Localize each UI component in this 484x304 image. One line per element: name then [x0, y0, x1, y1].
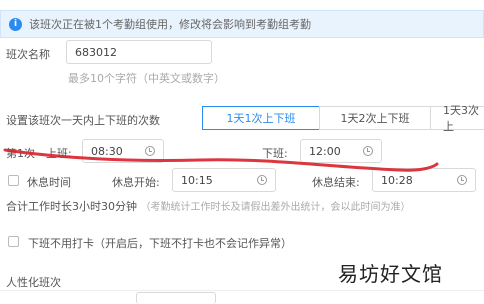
rest-time-checkbox[interactable] [8, 175, 19, 186]
clock-out-label: 下班: [262, 147, 288, 160]
watermark-text: 易坊好文馆 [338, 262, 443, 286]
clock-in-time-input[interactable]: 08:30 [82, 139, 164, 163]
notice-banner: i 该班次正在被1个考勤组使用，修改将会影响到考勤组考勤 [0, 10, 484, 38]
rest-end-time-input[interactable]: 10:28 [372, 168, 476, 192]
rest-start-label: 休息开始: [112, 176, 160, 189]
clock-icon [257, 175, 267, 185]
clock-out-time-input[interactable]: 12:00 [300, 139, 382, 163]
total-work-hint: （考勤统计工作时长及请假出差外出统计，会以此时间为准） [140, 202, 411, 213]
clock-in-time-value: 08:30 [91, 144, 123, 158]
tab-once-label: 1天1次上下班 [226, 112, 296, 125]
notice-text: 该班次正在被1个考勤组使用，修改将会影响到考勤组考勤 [29, 18, 311, 31]
no-clock-out-checkbox[interactable] [8, 236, 19, 247]
humanized-shift-label: 人性化班次 [6, 276, 61, 289]
tab-twice-per-day[interactable]: 1天2次上下班 [319, 106, 431, 130]
tab-three-label: 1天3次上 [443, 104, 479, 133]
shift-name-input[interactable]: 683012 [66, 40, 212, 64]
rest-start-time-input[interactable]: 10:15 [172, 168, 276, 192]
shift-name-label: 班次名称 [6, 48, 50, 61]
clock-icon [145, 146, 155, 156]
first-shift-label: 第1次 [6, 147, 35, 160]
clock-icon [363, 146, 373, 156]
shift-name-value: 683012 [75, 45, 117, 59]
divider [0, 290, 484, 291]
rest-time-label: 休息时间 [27, 176, 71, 189]
info-icon: i [9, 17, 22, 31]
clock-icon [457, 175, 467, 185]
tab-twice-label: 1天2次上下班 [340, 112, 410, 125]
rest-end-time-value: 10:28 [381, 173, 413, 187]
times-per-day-label: 设置该班次一天内上下班的次数 [6, 114, 160, 127]
humanized-shift-input[interactable] [136, 292, 216, 304]
tab-once-per-day[interactable]: 1天1次上下班 [202, 106, 320, 130]
total-work-row: 合计工作时长3小时30分钟 （考勤统计工作时长及请假出差外出统计，会以此时间为准… [6, 198, 411, 214]
total-work-text: 合计工作时长3小时30分钟 [6, 200, 137, 213]
clock-in-label: 上班: [46, 147, 72, 160]
rest-end-label: 休息结束: [312, 176, 360, 189]
tab-three-per-day[interactable]: 1天3次上 [430, 104, 484, 133]
no-clock-out-text: 下班不用打卡（开启后，下班不打卡也不会记作异常） [28, 237, 292, 250]
clock-out-time-value: 12:00 [309, 144, 341, 158]
rest-start-time-value: 10:15 [181, 173, 213, 187]
shift-name-hint: 最多10个字符（中英文或数字） [68, 72, 225, 85]
